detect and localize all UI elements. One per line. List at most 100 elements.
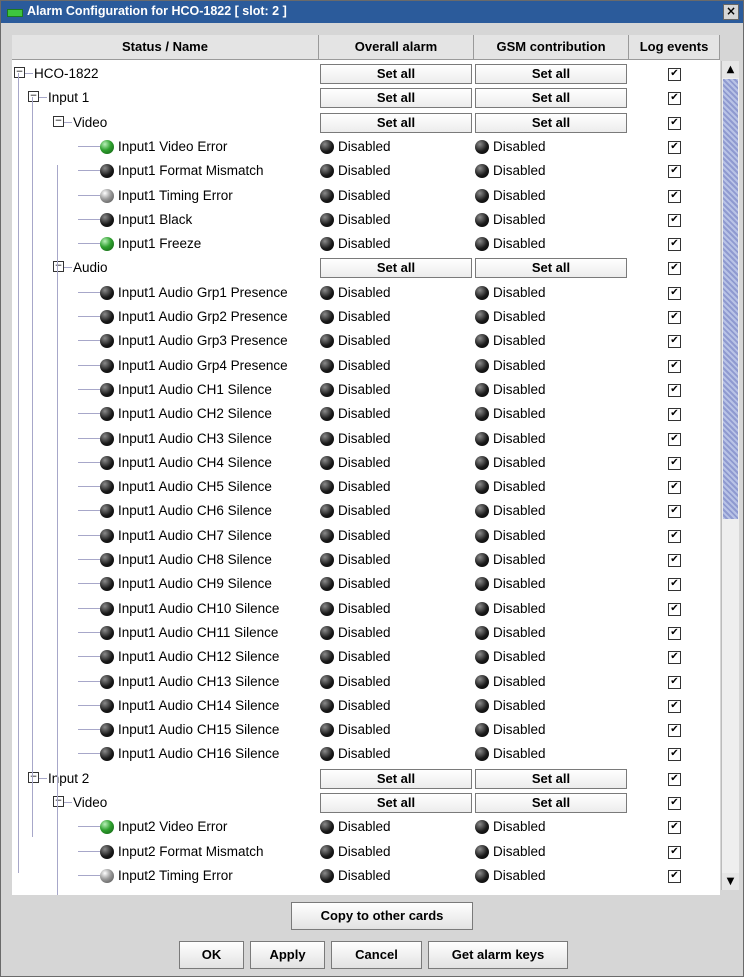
overall-alarm-value[interactable]: Disabled [320,232,391,256]
collapse-icon[interactable]: − [53,261,64,273]
group-label[interactable]: Video [73,111,107,135]
overall-alarm-value[interactable]: Disabled [320,694,391,718]
gsm-contribution-value[interactable]: Disabled [475,815,546,839]
column-status-name[interactable]: Status / Name [12,35,319,60]
log-events-checkbox[interactable]: ✔ [668,189,681,203]
gsm-contribution-value[interactable]: Disabled [475,499,546,523]
cancel-button[interactable]: Cancel [331,941,422,969]
gsm-contribution-value[interactable]: Disabled [475,645,546,669]
log-events-checkbox[interactable]: ✔ [668,140,681,154]
log-events-checkbox[interactable]: ✔ [668,311,681,324]
gsm-contribution-value[interactable]: Disabled [475,572,546,596]
gsm-contribution-value[interactable]: Disabled [475,548,546,572]
gsm-set-all-button[interactable]: Set all [475,112,627,133]
gsm-contribution-value[interactable]: Disabled [475,621,546,645]
gsm-contribution-value[interactable]: Disabled [475,208,546,232]
gsm-contribution-value[interactable]: Disabled [475,305,546,329]
gsm-set-all-button[interactable]: Set all [475,768,627,789]
log-events-checkbox[interactable]: ✔ [668,772,681,786]
log-events-checkbox[interactable]: ✔ [668,456,681,470]
log-events-checkbox[interactable]: ✔ [668,748,681,762]
overall-alarm-value[interactable]: Disabled [320,597,391,621]
ok-button[interactable]: OK [179,941,244,969]
collapse-icon[interactable]: − [28,771,39,783]
gsm-contribution-value[interactable]: Disabled [475,742,546,766]
gsm-contribution-value[interactable]: Disabled [475,281,546,305]
group-label[interactable]: HCO-1822 [34,62,99,86]
log-events-checkbox[interactable]: ✔ [668,262,681,276]
log-events-checkbox[interactable]: ✔ [668,165,681,179]
log-events-checkbox[interactable]: ✔ [668,869,681,883]
overall-alarm-value[interactable]: Disabled [320,378,391,402]
log-events-checkbox[interactable]: ✔ [668,359,681,373]
overall-alarm-value[interactable]: Disabled [320,670,391,694]
log-events-checkbox[interactable]: ✔ [668,554,681,567]
overall-alarm-value[interactable]: Disabled [320,524,391,548]
gsm-contribution-value[interactable]: Disabled [475,840,546,864]
gsm-set-all-button[interactable]: Set all [475,793,627,813]
overall-set-all-button[interactable]: Set all [320,88,472,109]
log-events-checkbox[interactable]: ✔ [668,845,681,859]
overall-alarm-value[interactable]: Disabled [320,742,391,766]
log-events-checkbox[interactable]: ✔ [668,286,681,300]
gsm-contribution-value[interactable]: Disabled [475,402,546,426]
overall-alarm-value[interactable]: Disabled [320,499,391,523]
overall-alarm-value[interactable]: Disabled [320,451,391,475]
overall-set-all-button[interactable]: Set all [320,258,472,279]
overall-alarm-value[interactable]: Disabled [320,840,391,864]
overall-set-all-button[interactable]: Set all [320,793,472,813]
overall-alarm-value[interactable]: Disabled [320,402,391,426]
log-events-checkbox[interactable]: ✔ [668,675,681,689]
gsm-contribution-value[interactable]: Disabled [475,597,546,621]
scroll-up-icon[interactable]: ▲ [722,61,739,78]
overall-alarm-value[interactable]: Disabled [320,427,391,451]
overall-alarm-value[interactable]: Disabled [320,135,391,159]
overall-alarm-value[interactable]: Disabled [320,281,391,305]
gsm-contribution-value[interactable]: Disabled [475,475,546,499]
gsm-contribution-value[interactable]: Disabled [475,329,546,353]
gsm-contribution-value[interactable]: Disabled [475,427,546,451]
overall-alarm-value[interactable]: Disabled [320,718,391,742]
copy-to-other-cards-button[interactable]: Copy to other cards [291,902,473,930]
log-events-checkbox[interactable]: ✔ [668,699,681,713]
gsm-contribution-value[interactable]: Disabled [475,184,546,208]
log-events-checkbox[interactable]: ✔ [668,651,681,665]
overall-alarm-value[interactable]: Disabled [320,572,391,596]
vertical-scrollbar[interactable]: ▲ ▼ [721,61,739,890]
group-label[interactable]: Video [73,791,107,815]
gsm-contribution-value[interactable]: Disabled [475,451,546,475]
get-alarm-keys-button[interactable]: Get alarm keys [428,941,568,969]
overall-alarm-value[interactable]: Disabled [320,329,391,353]
group-label[interactable]: Audio [73,256,108,280]
overall-alarm-value[interactable]: Disabled [320,305,391,329]
log-events-checkbox[interactable]: ✔ [668,626,681,640]
gsm-contribution-value[interactable]: Disabled [475,864,546,888]
column-log-events[interactable]: Log events [629,35,720,60]
log-events-checkbox[interactable]: ✔ [668,724,681,738]
overall-alarm-value[interactable]: Disabled [320,184,391,208]
log-events-checkbox[interactable]: ✔ [668,68,681,81]
gsm-contribution-value[interactable]: Disabled [475,135,546,159]
titlebar[interactable]: Alarm Configuration for HCO-1822 [ slot:… [1,1,743,23]
log-events-checkbox[interactable]: ✔ [668,238,681,252]
log-events-checkbox[interactable]: ✔ [668,505,681,519]
gsm-contribution-value[interactable]: Disabled [475,524,546,548]
gsm-contribution-value[interactable]: Disabled [475,232,546,256]
log-events-checkbox[interactable]: ✔ [668,529,681,543]
log-events-checkbox[interactable]: ✔ [668,432,681,446]
close-icon[interactable]: × [723,4,739,20]
log-events-checkbox[interactable]: ✔ [668,408,681,422]
log-events-checkbox[interactable]: ✔ [668,821,681,835]
scrollbar-thumb[interactable] [723,79,738,519]
collapse-icon[interactable]: − [53,796,64,807]
overall-set-all-button[interactable]: Set all [320,768,472,789]
overall-alarm-value[interactable]: Disabled [320,621,391,645]
overall-alarm-value[interactable]: Disabled [320,864,391,888]
overall-alarm-value[interactable]: Disabled [320,645,391,669]
overall-alarm-value[interactable]: Disabled [320,208,391,232]
column-overall-alarm[interactable]: Overall alarm [319,35,474,60]
log-events-checkbox[interactable]: ✔ [668,481,681,495]
collapse-icon[interactable]: − [53,115,64,127]
log-events-checkbox[interactable]: ✔ [668,602,681,616]
log-events-checkbox[interactable]: ✔ [668,116,681,130]
